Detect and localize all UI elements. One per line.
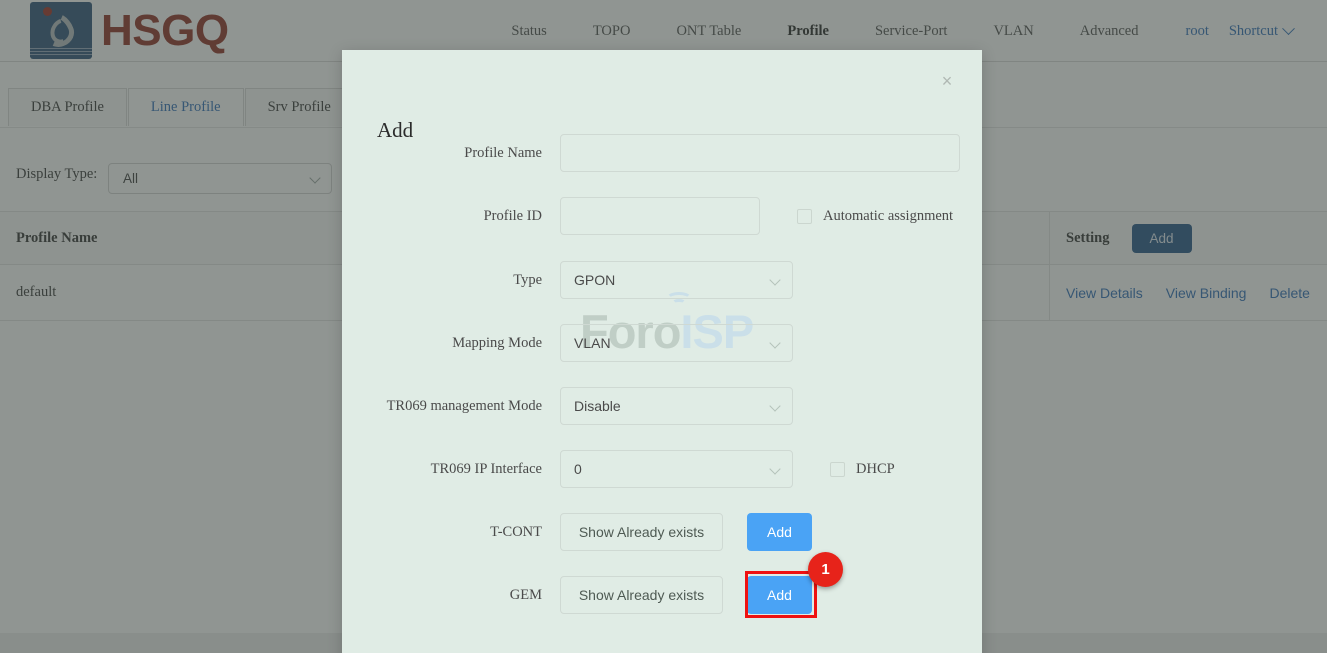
gem-add-button[interactable]: Add	[747, 576, 812, 614]
tr069-ip-select[interactable]: 0	[560, 450, 793, 488]
automatic-assignment-checkbox[interactable]: Automatic assignment	[797, 208, 953, 225]
automatic-assignment-label: Automatic assignment	[823, 207, 954, 224]
type-value: GPON	[574, 272, 616, 288]
profile-name-input[interactable]	[560, 134, 960, 172]
chevron-down-icon	[769, 274, 781, 286]
form-row-profile-id: Profile ID Automatic assignment	[342, 197, 982, 235]
profile-id-label: Profile ID	[483, 207, 542, 224]
form-row-type: Type GPON	[342, 261, 982, 299]
form-row-tcont: T-CONT Show Already exists Add	[342, 513, 982, 551]
tr069-ip-label: TR069 IP Interface	[430, 460, 542, 477]
form-row-tr069-mode: TR069 management Mode Disable	[342, 387, 982, 425]
add-line-profile-dialog: Add × ForoISP Profile Name Profile ID Au…	[342, 50, 982, 653]
checkbox-icon	[797, 208, 812, 224]
tr069-mode-select[interactable]: Disable	[560, 387, 793, 425]
type-select[interactable]: GPON	[560, 261, 793, 299]
chevron-down-icon	[769, 400, 781, 412]
mapping-mode-value: VLAN	[574, 335, 611, 351]
tr069-mode-label: TR069 management Mode	[386, 397, 542, 414]
tcont-show-existing-button[interactable]: Show Already exists	[560, 513, 723, 551]
tcont-label: T-CONT	[490, 523, 542, 540]
profile-id-input[interactable]	[560, 197, 760, 235]
app-root: HSGQ Status TOPO ONT Table Profile Servi…	[0, 0, 1327, 653]
mapping-mode-select[interactable]: VLAN	[560, 324, 793, 362]
form-row-mapping-mode: Mapping Mode VLAN	[342, 324, 982, 362]
tr069-mode-value: Disable	[574, 398, 621, 414]
chevron-down-icon	[769, 463, 781, 475]
gem-label: GEM	[509, 586, 542, 603]
tr069-ip-value: 0	[574, 461, 582, 477]
chevron-down-icon	[769, 337, 781, 349]
form-row-tr069-ip: TR069 IP Interface 0 DHCP	[342, 450, 982, 488]
mapping-mode-label: Mapping Mode	[452, 334, 542, 351]
form-row-gem: GEM Show Already exists Add	[342, 576, 982, 614]
step-badge-1: 1	[808, 552, 843, 587]
tcont-add-button[interactable]: Add	[747, 513, 812, 551]
dhcp-checkbox[interactable]: DHCP	[830, 461, 895, 478]
profile-name-label: Profile Name	[464, 144, 542, 161]
gem-show-existing-button[interactable]: Show Already exists	[560, 576, 723, 614]
close-icon[interactable]: ×	[934, 68, 960, 94]
dhcp-label: DHCP	[856, 460, 895, 477]
checkbox-icon	[830, 461, 845, 477]
type-label: Type	[513, 271, 542, 288]
form-row-profile-name: Profile Name	[342, 134, 982, 172]
